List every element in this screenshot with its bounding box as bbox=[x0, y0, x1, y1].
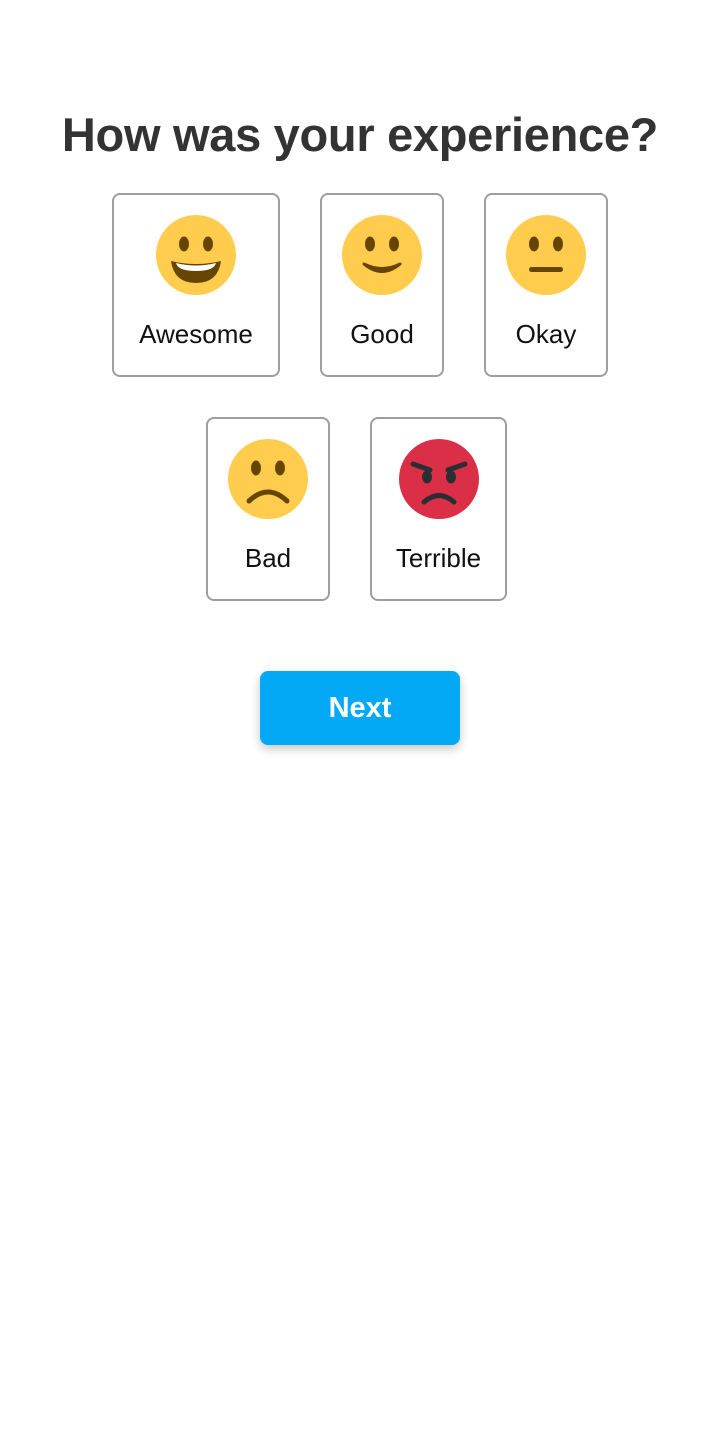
option-label: Okay bbox=[515, 319, 577, 349]
page-title: How was your experience? bbox=[61, 108, 659, 161]
next-button[interactable]: Next bbox=[260, 671, 460, 745]
option-okay[interactable]: Okay bbox=[484, 193, 608, 377]
option-label: Terrible bbox=[395, 543, 482, 573]
option-label: Good bbox=[350, 319, 414, 349]
option-good[interactable]: Good bbox=[320, 193, 444, 377]
option-bad[interactable]: Bad bbox=[206, 417, 330, 601]
frowning-face-icon bbox=[228, 439, 308, 519]
slightly-smiling-face-icon bbox=[342, 215, 422, 295]
neutral-face-icon bbox=[506, 215, 586, 295]
option-awesome[interactable]: Awesome bbox=[112, 193, 280, 377]
option-label: Awesome bbox=[139, 319, 253, 349]
grinning-face-icon bbox=[156, 215, 236, 295]
angry-face-icon bbox=[398, 439, 479, 519]
option-label: Bad bbox=[244, 543, 292, 573]
option-terrible[interactable]: Terrible bbox=[370, 417, 507, 601]
